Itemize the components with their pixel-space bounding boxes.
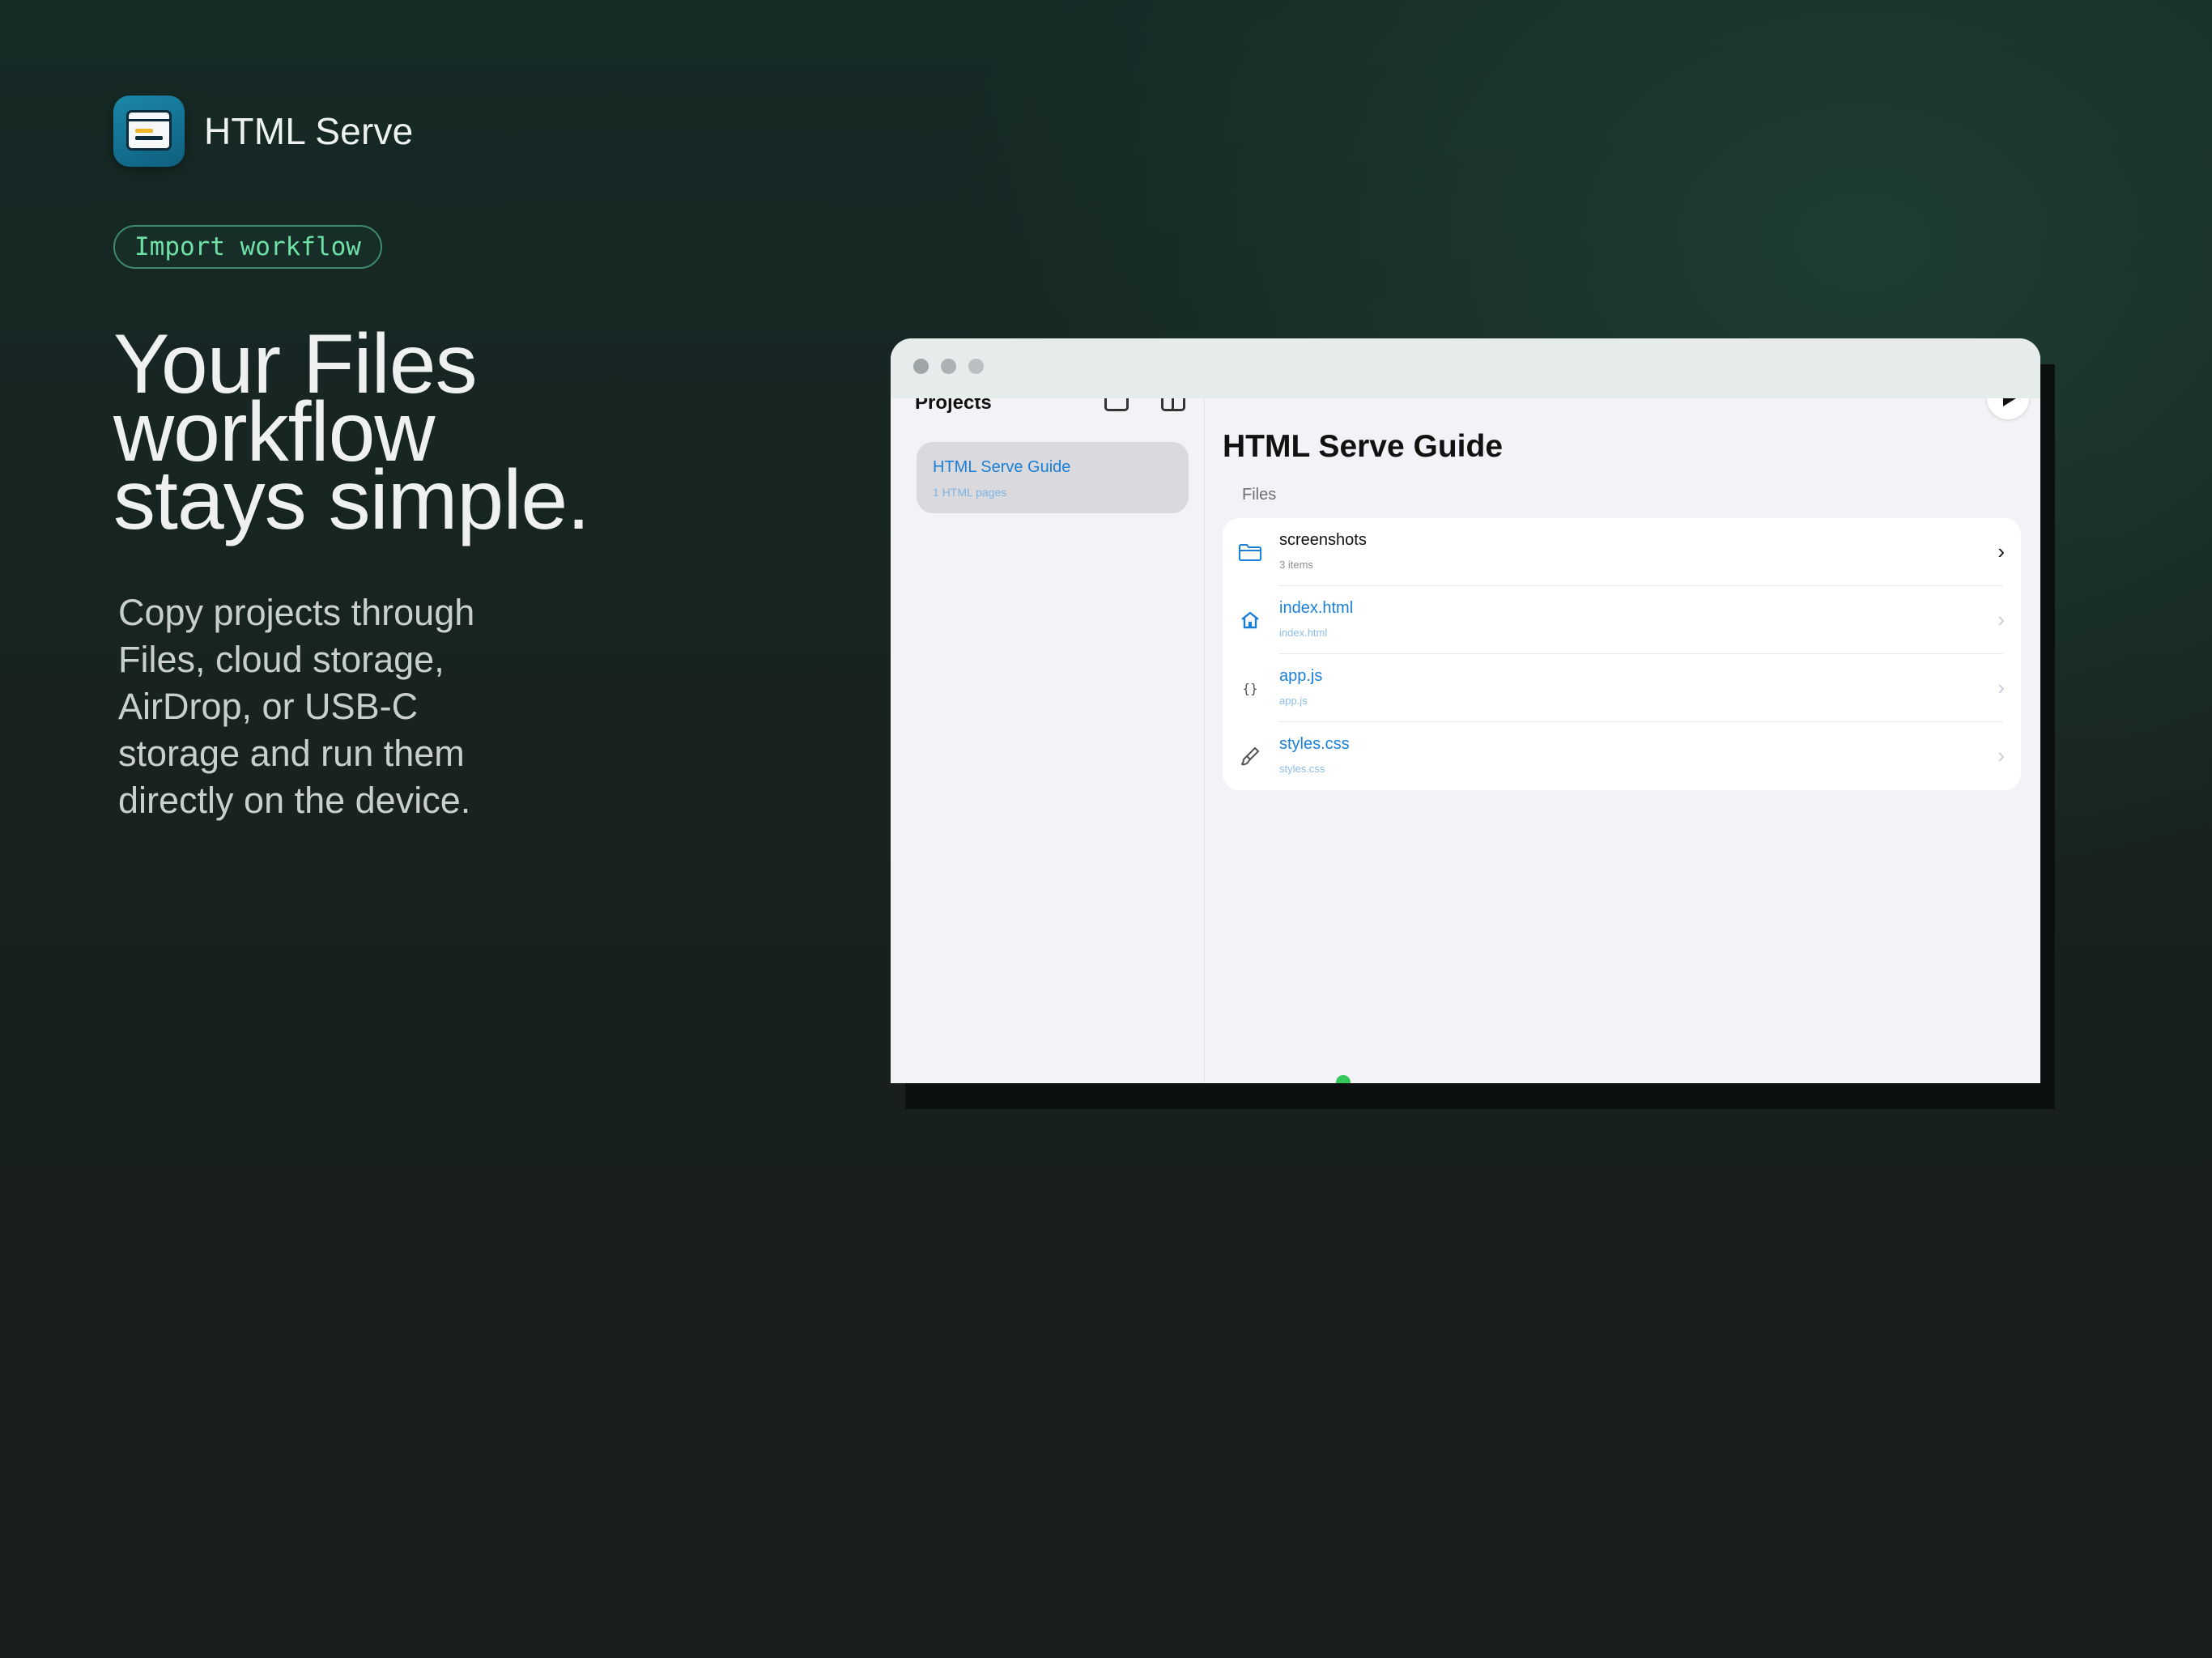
svg-text:{}: {} [1242, 681, 1257, 696]
home-icon [1241, 611, 1259, 629]
folder-icon [1239, 544, 1261, 561]
chevron-right-icon: › [1997, 539, 2005, 563]
description-line: Copy projects through [118, 592, 475, 633]
description-line: storage and run them [118, 733, 465, 774]
description-line: Files, cloud storage, [118, 639, 445, 680]
window-zoom-button[interactable] [968, 359, 984, 374]
brand-name: HTML Serve [204, 110, 414, 152]
chevron-right-icon: › [1997, 607, 2005, 631]
brush-icon [1241, 747, 1259, 766]
window-minimize-button[interactable] [941, 359, 956, 374]
file-subtitle: 3 items [1279, 559, 1313, 571]
project-title: HTML Serve Guide [933, 458, 1071, 476]
list-item[interactable]: screenshots 3 items › [1223, 518, 2021, 586]
page-title: HTML Serve Guide [1223, 429, 1504, 464]
file-subtitle: styles.css [1279, 763, 1325, 775]
file-name: app.js [1279, 667, 1323, 685]
chevron-right-icon: › [1997, 675, 2005, 699]
list-item[interactable]: index.html index.html › [1223, 586, 2021, 654]
sidebar-item-project[interactable]: HTML Serve Guide 1 HTML pages [917, 442, 1189, 513]
file-name: index.html [1279, 599, 1354, 617]
headline-line: stays simple. [113, 453, 590, 547]
import-workflow-tag: Import workflow [113, 225, 382, 269]
list-item[interactable]: {} app.js app.js › [1223, 654, 2021, 722]
server-status-indicator [1336, 1075, 1351, 1083]
main-panel: HTML Serve Guide Files screenshots 3 ite… [1205, 377, 2040, 1083]
sidebar: Projects HTML Serve Guide 1 HTML pages [900, 392, 1205, 1083]
window-close-button[interactable] [913, 359, 929, 374]
headline: Your Files workflow stays simple. [113, 322, 842, 547]
file-name: screenshots [1279, 531, 1367, 549]
list-item[interactable]: styles.css styles.css › [1223, 722, 2021, 790]
description-line: AirDrop, or USB-C [118, 686, 419, 727]
file-subtitle: app.js [1279, 695, 1308, 707]
description-line: directly on the device. [118, 780, 471, 821]
file-subtitle: index.html [1279, 627, 1328, 639]
app-icon [113, 96, 185, 167]
description: Copy projects through Files, cloud stora… [118, 589, 572, 824]
files-section-label: Files [1242, 486, 1277, 504]
braces-icon: {} [1242, 681, 1257, 696]
app-window: Projects HTML Serve Guide 1 HTML pages H… [891, 338, 2040, 1083]
project-subtitle: 1 HTML pages [933, 486, 1007, 499]
file-list: screenshots 3 items › index.html index.h… [1223, 518, 2021, 790]
brand: HTML Serve [113, 96, 413, 167]
chevron-right-icon: › [1997, 743, 2005, 767]
file-name: styles.css [1279, 735, 1350, 753]
window-titlebar [891, 338, 2040, 398]
